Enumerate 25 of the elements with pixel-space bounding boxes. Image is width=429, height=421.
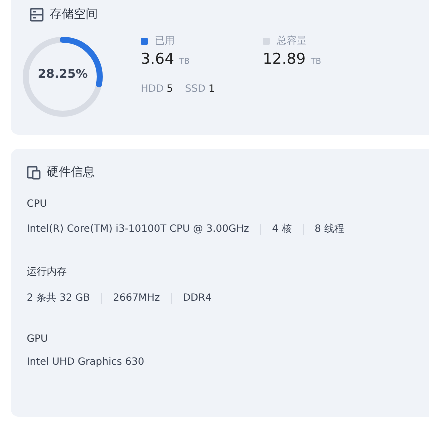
legend-label: 已用 — [155, 35, 175, 48]
card-title: 硬件信息 — [47, 164, 95, 181]
disk-count: 5 — [166, 84, 174, 95]
spec-text: 8 线程 — [314, 222, 344, 236]
unit-label: TB — [311, 57, 322, 66]
spec-text: 2 条共 32 GB — [27, 292, 90, 305]
storage-icon — [30, 8, 44, 22]
card-title: 存储空间 — [50, 6, 98, 23]
section-label: GPU — [27, 334, 50, 345]
spec-text: Intel(R) Core(TM) i3-10100T CPU @ 3.00GHz — [27, 224, 250, 234]
capacity-value: 12.89 — [263, 50, 306, 68]
spec-text: 4 核 — [272, 222, 292, 236]
disk-type: HDD — [141, 84, 164, 95]
spec-text: 2667MHz — [113, 292, 160, 304]
section-label: CPU — [27, 199, 48, 210]
disk-count: 1 — [208, 84, 216, 95]
spec-text: DDR4 — [183, 292, 212, 304]
unit-label: TB — [180, 57, 190, 66]
percent-label: 28.25% — [37, 67, 89, 81]
devices-icon — [27, 166, 41, 180]
capacity-value: 3.64 — [141, 50, 174, 68]
disk-type: SSD — [185, 84, 206, 95]
section-label: 运行内存 — [27, 266, 68, 279]
legend-label: 总容量 — [277, 34, 307, 48]
spec-text: Intel UHD Graphics 630 — [27, 357, 144, 368]
